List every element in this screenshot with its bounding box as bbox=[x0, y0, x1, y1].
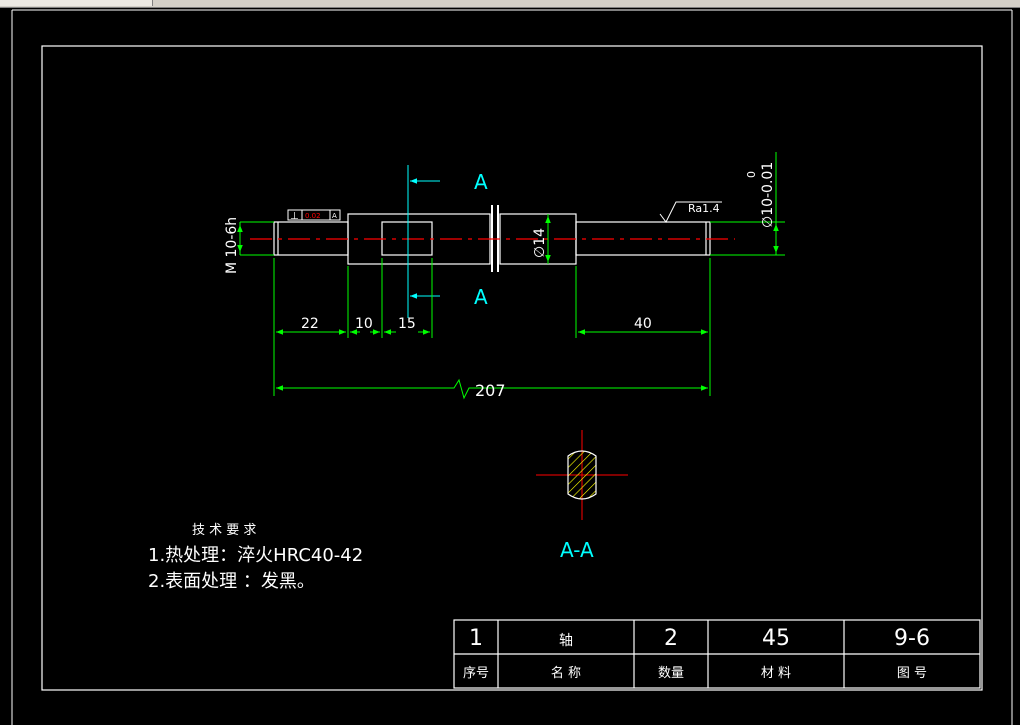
drawing-border bbox=[41, 45, 983, 691]
tech-req-title: 技 术 要 求 bbox=[192, 523, 256, 538]
title-block-r1-c2: 轴 bbox=[559, 633, 573, 649]
tolerance-datum: A bbox=[332, 212, 337, 220]
dimension-207-label: 207 bbox=[475, 381, 506, 400]
title-block-r1-c5: 9-6 bbox=[894, 626, 930, 651]
toolbar-segment-middle[interactable] bbox=[68, 0, 153, 6]
tolerance-upper-label: 0 bbox=[745, 171, 758, 178]
tech-req-item-2: 2.表面处理 ：发黑。 bbox=[148, 571, 315, 592]
title-block-r2-c2: 名 称 bbox=[551, 665, 581, 681]
section-hatched-profile bbox=[567, 450, 597, 500]
thread-callout: M 10-6h bbox=[224, 217, 240, 274]
toolbar-segment-left[interactable] bbox=[0, 0, 69, 6]
dimension-10-label: 10 bbox=[355, 316, 373, 332]
section-label-bottom: A bbox=[474, 285, 488, 309]
section-view-label: A-A bbox=[560, 538, 594, 562]
dimension-15-label: 15 bbox=[398, 316, 416, 332]
tolerance-value: 0.02 bbox=[305, 212, 321, 220]
diameter-10-label: ∅10-0.01 bbox=[760, 162, 776, 228]
title-block-r2-c1: 序号 bbox=[463, 666, 489, 681]
title-block-r1-c1: 1 bbox=[469, 626, 483, 651]
tolerance-frame: ⊥ 0.02 A bbox=[287, 209, 341, 222]
title-block-r1-c4: 45 bbox=[762, 626, 790, 651]
dimension-40-label: 40 bbox=[634, 316, 652, 332]
dimension-22-label: 22 bbox=[301, 316, 319, 332]
diameter-14-label: ∅14 bbox=[532, 228, 548, 258]
title-block-r2-c4: 材 料 bbox=[761, 666, 791, 681]
tech-req-item-1: 1.热处理：淬火HRC40-42 bbox=[148, 545, 363, 566]
section-label-top: A bbox=[474, 170, 488, 194]
title-block-r2-c3: 数量 bbox=[658, 666, 684, 681]
window-top-bar bbox=[0, 0, 1020, 8]
roughness-label: Ra1.4 bbox=[688, 202, 720, 215]
title-block-r1-c3: 2 bbox=[664, 626, 678, 651]
title-block-r2-c5: 图 号 bbox=[897, 666, 927, 681]
section-view bbox=[536, 430, 628, 520]
drawing-sheet: A A M 10-6h ⊥ 0.02 A ∅14 Ra1.4 ∅10-0.01 … bbox=[11, 9, 1013, 725]
tolerance-symbol: ⊥ bbox=[290, 211, 299, 222]
